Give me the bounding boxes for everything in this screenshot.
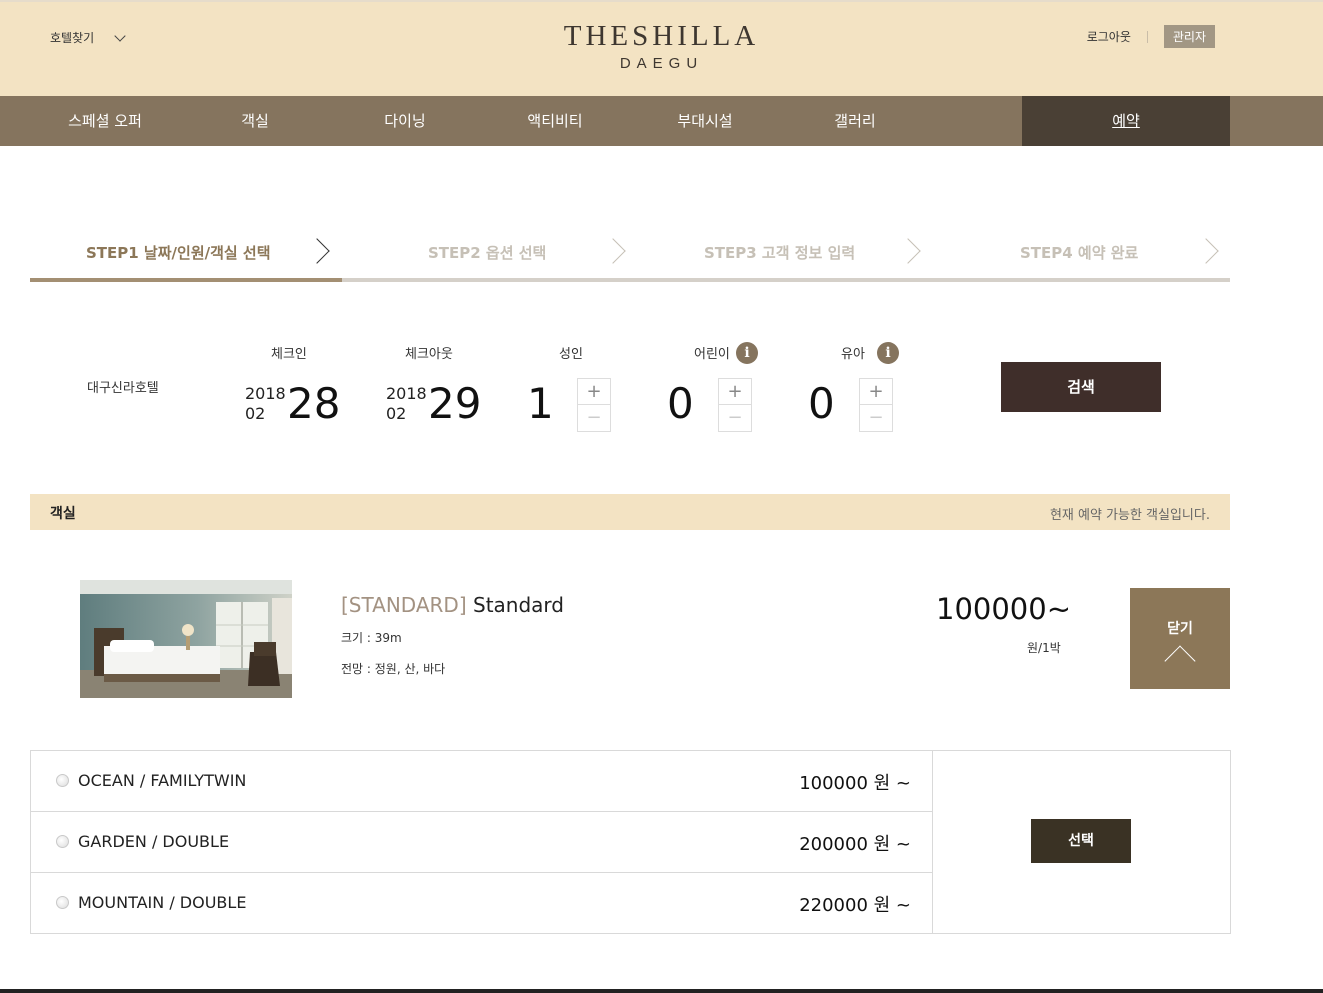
option-name: OCEAN / FAMILYTWIN [78, 771, 247, 790]
checkin-month: 02 [245, 404, 266, 423]
room-size: 크기 : 39m [341, 631, 402, 645]
step-2: STEP2 옵션 선택 [428, 244, 547, 262]
adult-count: 1 [527, 379, 554, 428]
select-button[interactable]: 선택 [1031, 819, 1131, 863]
step-1: STEP1 날짜/인원/객실 선택 [86, 244, 271, 262]
infant-stepper: + − [859, 378, 893, 432]
child-minus-button[interactable]: − [719, 405, 751, 431]
room-section-header: 객실 현재 예약 가능한 객실입니다. [30, 494, 1230, 530]
option-radio[interactable] [56, 774, 69, 787]
checkin-year: 2018 [245, 384, 286, 403]
option-name: GARDEN / DOUBLE [78, 832, 230, 851]
nav-item-rooms[interactable]: 객실 [180, 96, 330, 146]
adult-stepper: + − [577, 378, 611, 432]
logout-link[interactable]: 로그아웃 [1087, 28, 1131, 45]
option-row[interactable]: OCEAN / FAMILYTWIN 100000 원 ~ [31, 751, 933, 812]
infant-plus-button[interactable]: + [860, 379, 892, 405]
option-name: MOUNTAIN / DOUBLE [78, 893, 247, 912]
step-3: STEP3 고객 정보 입력 [704, 244, 856, 262]
chevron-right-icon [1193, 238, 1219, 264]
step-indicator: STEP1 날짜/인원/객실 선택 STEP2 옵션 선택 STEP3 고객 정… [30, 232, 1230, 282]
option-price: 100000 원 ~ [799, 773, 911, 794]
room-price: 100000~ [936, 592, 1072, 626]
nav-item-dining[interactable]: 다이닝 [330, 96, 480, 146]
utility-links: 로그아웃 관리자 [1087, 25, 1215, 48]
chevron-right-icon [895, 238, 921, 264]
room-section-note: 현재 예약 가능한 객실입니다. [1049, 508, 1210, 523]
nav-item-facilities[interactable]: 부대시설 [630, 96, 780, 146]
child-stepper: + − [718, 378, 752, 432]
reservation-page: 호텔찾기 THESHILLA DAEGU 로그아웃 관리자 스페셜 오퍼 객실 … [0, 0, 1323, 993]
checkin-day: 28 [287, 379, 341, 428]
option-radio[interactable] [56, 896, 69, 909]
admin-button[interactable]: 관리자 [1163, 25, 1215, 48]
room-photo-image [80, 580, 292, 698]
room-view: 전망 : 정원, 산, 바다 [341, 662, 446, 676]
chevron-right-icon [304, 238, 330, 264]
option-row[interactable]: MOUNTAIN / DOUBLE 220000 원 ~ [31, 873, 933, 934]
checkout-day: 29 [428, 379, 482, 428]
nav-item-reservation[interactable]: 예약 [1022, 96, 1230, 146]
search-button[interactable]: 검색 [1001, 362, 1161, 412]
room-title: [STANDARD] Standard [341, 593, 564, 617]
room-price-unit: 원/1박 [1027, 641, 1061, 655]
adult-label: 성인 [559, 347, 583, 362]
checkin-label: 체크인 [271, 347, 307, 362]
child-count: 0 [667, 379, 694, 428]
info-icon[interactable]: i [877, 342, 899, 364]
checkout-label: 체크아웃 [405, 347, 453, 362]
option-row[interactable]: GARDEN / DOUBLE 200000 원 ~ [31, 812, 933, 873]
infant-label: 유아 [841, 347, 865, 362]
info-icon[interactable]: i [736, 342, 758, 364]
room-name: Standard [473, 593, 564, 617]
close-button-label: 닫기 [1167, 621, 1193, 637]
room-section-title: 객실 [50, 506, 76, 522]
step-4: STEP4 예약 완료 [1020, 244, 1139, 262]
adult-minus-button[interactable]: − [578, 405, 610, 431]
option-list: OCEAN / FAMILYTWIN 100000 원 ~ GARDEN / D… [31, 751, 933, 933]
nav-item-gallery[interactable]: 갤러리 [780, 96, 930, 146]
logo-sub-text: DAEGU [619, 55, 704, 72]
site-header: 호텔찾기 THESHILLA DAEGU 로그아웃 관리자 [0, 0, 1323, 96]
checkout-year-month: 2018 02 [386, 384, 427, 424]
child-plus-button[interactable]: + [719, 379, 751, 405]
option-radio[interactable] [56, 835, 69, 848]
room-photo [80, 580, 292, 698]
child-label: 어린이 [694, 347, 730, 362]
room-grade: [STANDARD] [341, 593, 467, 617]
room-options: OCEAN / FAMILYTWIN 100000 원 ~ GARDEN / D… [30, 750, 1231, 934]
nav-item-activity[interactable]: 액티비티 [480, 96, 630, 146]
infant-minus-button[interactable]: − [860, 405, 892, 431]
chevron-right-icon [600, 238, 626, 264]
window-bottom-border [0, 989, 1323, 993]
checkout-month: 02 [386, 404, 407, 423]
divider [1146, 30, 1148, 43]
hotel-name: 대구신라호텔 [87, 381, 159, 396]
main-nav: 스페셜 오퍼 객실 다이닝 액티비티 부대시설 갤러리 예약 [0, 96, 1323, 146]
checkout-year: 2018 [386, 384, 427, 403]
option-price: 200000 원 ~ [799, 834, 911, 855]
checkin-year-month: 2018 02 [245, 384, 286, 424]
chevron-up-icon [1164, 645, 1196, 677]
option-price: 220000 원 ~ [799, 895, 911, 916]
step-progress-fill [30, 278, 342, 282]
close-button[interactable]: 닫기 [1130, 588, 1230, 689]
nav-item-special-offer[interactable]: 스페셜 오퍼 [30, 96, 180, 146]
adult-plus-button[interactable]: + [578, 379, 610, 405]
infant-count: 0 [808, 379, 835, 428]
